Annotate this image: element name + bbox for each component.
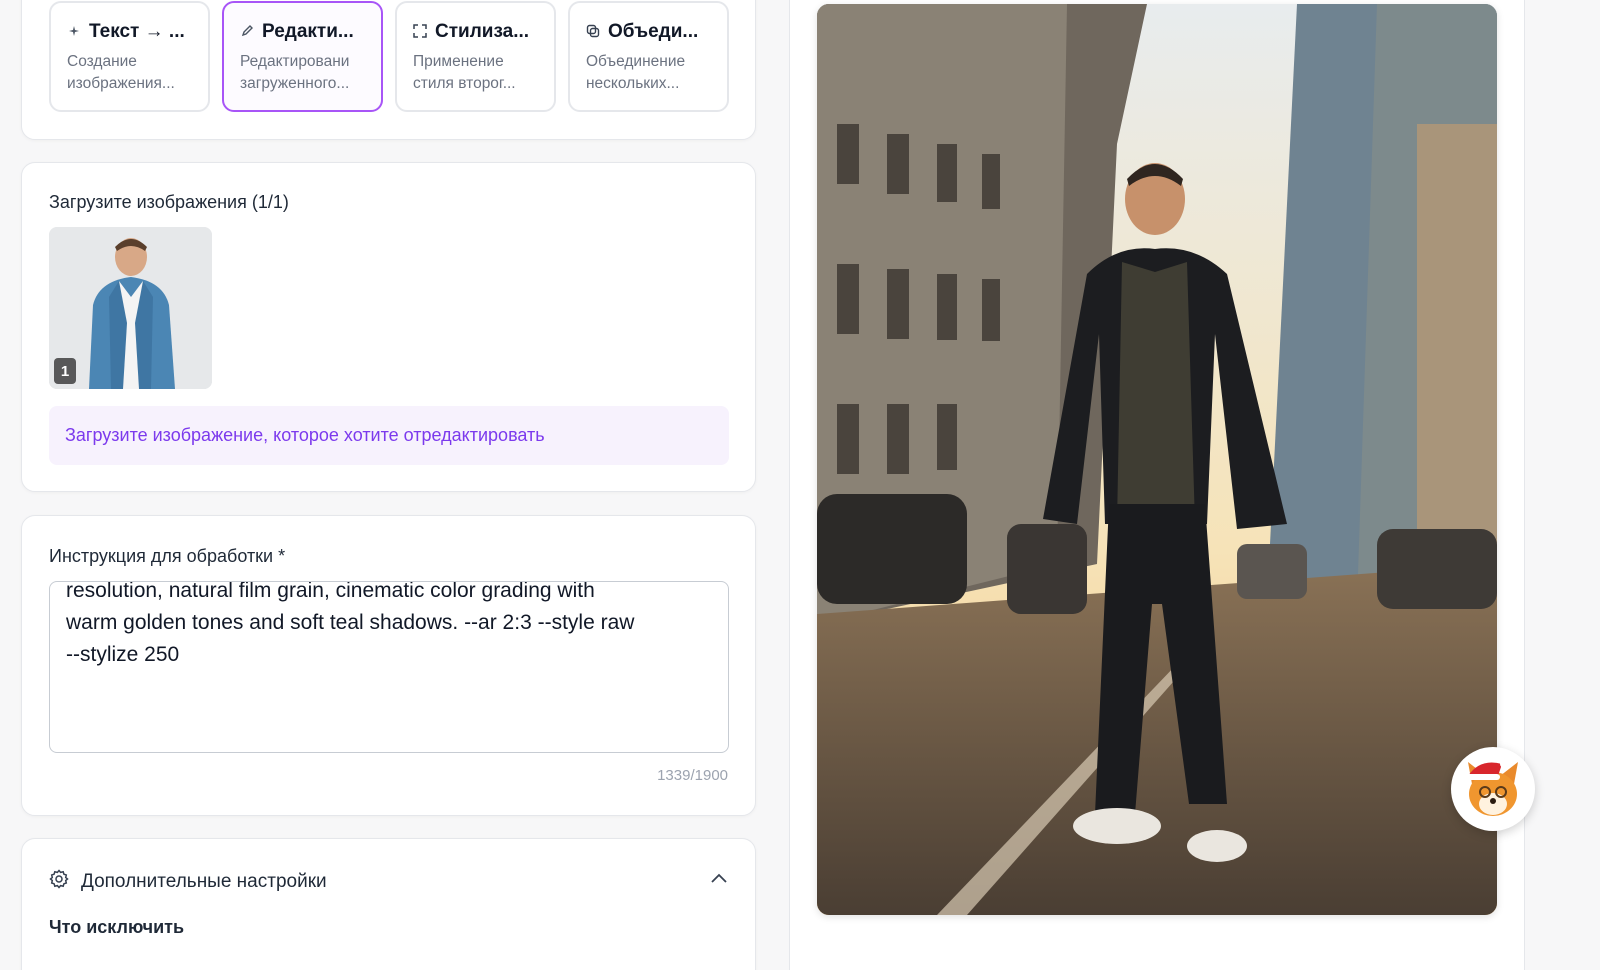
mode-title: Редакти... xyxy=(262,21,354,42)
advanced-settings-toggle[interactable]: Дополнительные настройки xyxy=(49,869,327,894)
mode-title: Объеди... xyxy=(608,21,699,42)
mode-text-to-image[interactable]: Текст → ... Создание изображения... xyxy=(49,1,210,112)
upload-label: Загрузите изображения (1/1) xyxy=(49,192,289,212)
result-image[interactable] xyxy=(817,4,1497,915)
instruction-textarea[interactable]: resolution, natural film grain, cinemati… xyxy=(49,581,729,753)
mode-stylize[interactable]: Стилиза... Применение стиля второг... xyxy=(395,1,556,112)
chevron-up-icon[interactable] xyxy=(710,871,728,889)
mode-edit[interactable]: Редакти... Редактировани загруженного... xyxy=(222,1,383,112)
instruction-text-line: warm golden tones and soft teal shadows.… xyxy=(66,611,635,634)
advanced-settings-title: Дополнительные настройки xyxy=(81,870,327,892)
mode-title: Стилиза... xyxy=(435,21,530,42)
uploaded-image-thumbnail[interactable]: 1 xyxy=(49,227,212,389)
mode-selector-card: Текст → ... Создание изображения... Реда… xyxy=(21,0,756,140)
city-street-photo xyxy=(817,4,1497,915)
upload-card: Загрузите изображения (1/1) 1 Загрузите … xyxy=(21,162,756,492)
sparkle-icon xyxy=(67,25,81,40)
mode-description: Применение стиля второг... xyxy=(413,53,516,92)
assistant-mascot-button[interactable] xyxy=(1451,747,1535,831)
instruction-text-line: --stylize 250 xyxy=(66,643,180,666)
pen-icon xyxy=(240,24,254,40)
expand-icon xyxy=(413,23,427,41)
upload-hint: Загрузите изображение, которое хотите от… xyxy=(49,406,729,465)
image-index-badge: 1 xyxy=(54,358,76,384)
mode-description: Объединение нескольких... xyxy=(586,53,686,92)
instruction-label: Инструкция для обработки * xyxy=(49,546,286,566)
exclude-label: Что исключить xyxy=(49,917,185,937)
character-counter: 1339/1900 xyxy=(657,767,728,784)
instruction-text-line: resolution, natural film grain, cinemati… xyxy=(66,581,595,602)
gear-icon xyxy=(49,869,69,894)
instruction-card: Инструкция для обработки * resolution, n… xyxy=(21,515,756,816)
corgi-mascot-icon xyxy=(1466,760,1518,816)
mode-description: Создание изображения... xyxy=(67,53,175,92)
mode-title: Текст → ... xyxy=(89,21,185,42)
mode-merge[interactable]: Объеди... Объединение нескольких... xyxy=(568,1,729,112)
copy-icon xyxy=(586,24,600,41)
mode-description: Редактировани загруженного... xyxy=(240,53,350,92)
advanced-settings-card: Дополнительные настройки Что исключить xyxy=(21,838,756,970)
